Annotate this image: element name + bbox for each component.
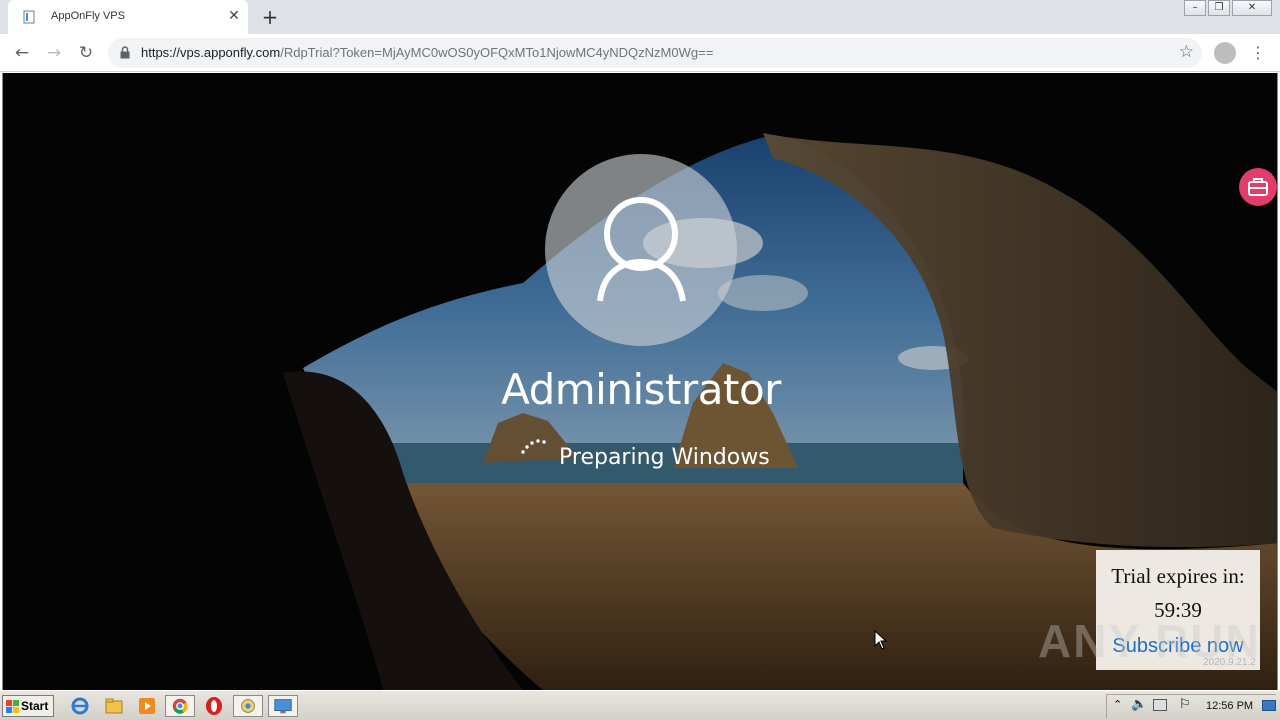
folder-icon[interactable] — [102, 695, 126, 717]
start-button[interactable]: Start — [2, 695, 54, 717]
windows-flag-icon — [6, 700, 19, 713]
profile-icon[interactable] — [1214, 42, 1236, 64]
forward-icon[interactable]: → — [42, 41, 66, 65]
tab-strip: AppOnFly VPS ✕ + – ❐ ✕ — [0, 0, 1280, 34]
remote-desktop-icon[interactable] — [268, 695, 298, 717]
trial-label: Trial expires in: — [1111, 564, 1245, 588]
show-hidden-icons-icon[interactable]: ⌃ — [1113, 698, 1122, 711]
tab-title: AppOnFly VPS — [51, 10, 125, 22]
cursor-icon — [874, 630, 888, 650]
opera-icon[interactable] — [202, 695, 226, 717]
spinner-icon — [521, 439, 546, 454]
browser-tab[interactable]: AppOnFly VPS ✕ — [8, 0, 248, 34]
username-label: Administrator — [501, 365, 781, 414]
version-label: 2020.9.21.2 — [1203, 657, 1256, 668]
app-icon[interactable] — [233, 695, 263, 717]
taskbar: Start ⌃ 🔈 ⚐ 12:56 PM — [0, 690, 1280, 720]
network-icon[interactable] — [1153, 699, 1167, 711]
action-center-flag-icon[interactable]: ⚐ — [1179, 697, 1191, 712]
remote-desktop-viewport[interactable]: Administrator Preparing Windows — [2, 73, 1278, 690]
browser-toolbar: ← → ↻ https://vps.apponfly.com/RdpTrial?… — [0, 34, 1280, 72]
taskbar-clock[interactable]: 12:56 PM — [1206, 700, 1253, 712]
close-icon[interactable]: ✕ — [226, 8, 242, 24]
reload-icon[interactable]: ↻ — [74, 41, 98, 65]
chrome-icon[interactable] — [165, 695, 195, 717]
url-host: https://vps.apponfly.com — [141, 45, 281, 60]
url-path: /RdpTrial?Token=MjAyMC0wOS0yOFQxMTo1Njow… — [280, 45, 714, 60]
back-icon[interactable]: ← — [10, 41, 34, 65]
restore-button[interactable]: ❐ — [1208, 0, 1230, 16]
plus-icon[interactable]: + — [258, 5, 282, 29]
window-close-button[interactable]: ✕ — [1232, 0, 1272, 16]
start-label: Start — [21, 699, 49, 713]
show-desktop-icon[interactable] — [1262, 700, 1276, 711]
menu-icon[interactable]: ⋮ — [1250, 40, 1266, 66]
address-bar[interactable]: https://vps.apponfly.com/RdpTrial?Token=… — [108, 38, 1202, 68]
ie-icon[interactable] — [68, 695, 92, 717]
volume-icon[interactable]: 🔈 — [1131, 697, 1147, 712]
minimize-button[interactable]: – — [1184, 0, 1206, 16]
page-icon — [23, 10, 35, 24]
star-icon[interactable]: ☆ — [1179, 42, 1194, 62]
status-message: Preparing Windows — [559, 445, 770, 470]
toolkit-icon[interactable] — [1239, 168, 1277, 206]
url-text: https://vps.apponfly.com/RdpTrial?Token=… — [141, 45, 713, 60]
media-player-icon[interactable] — [135, 695, 159, 717]
user-avatar-icon — [545, 154, 737, 346]
lock-icon — [120, 46, 130, 59]
